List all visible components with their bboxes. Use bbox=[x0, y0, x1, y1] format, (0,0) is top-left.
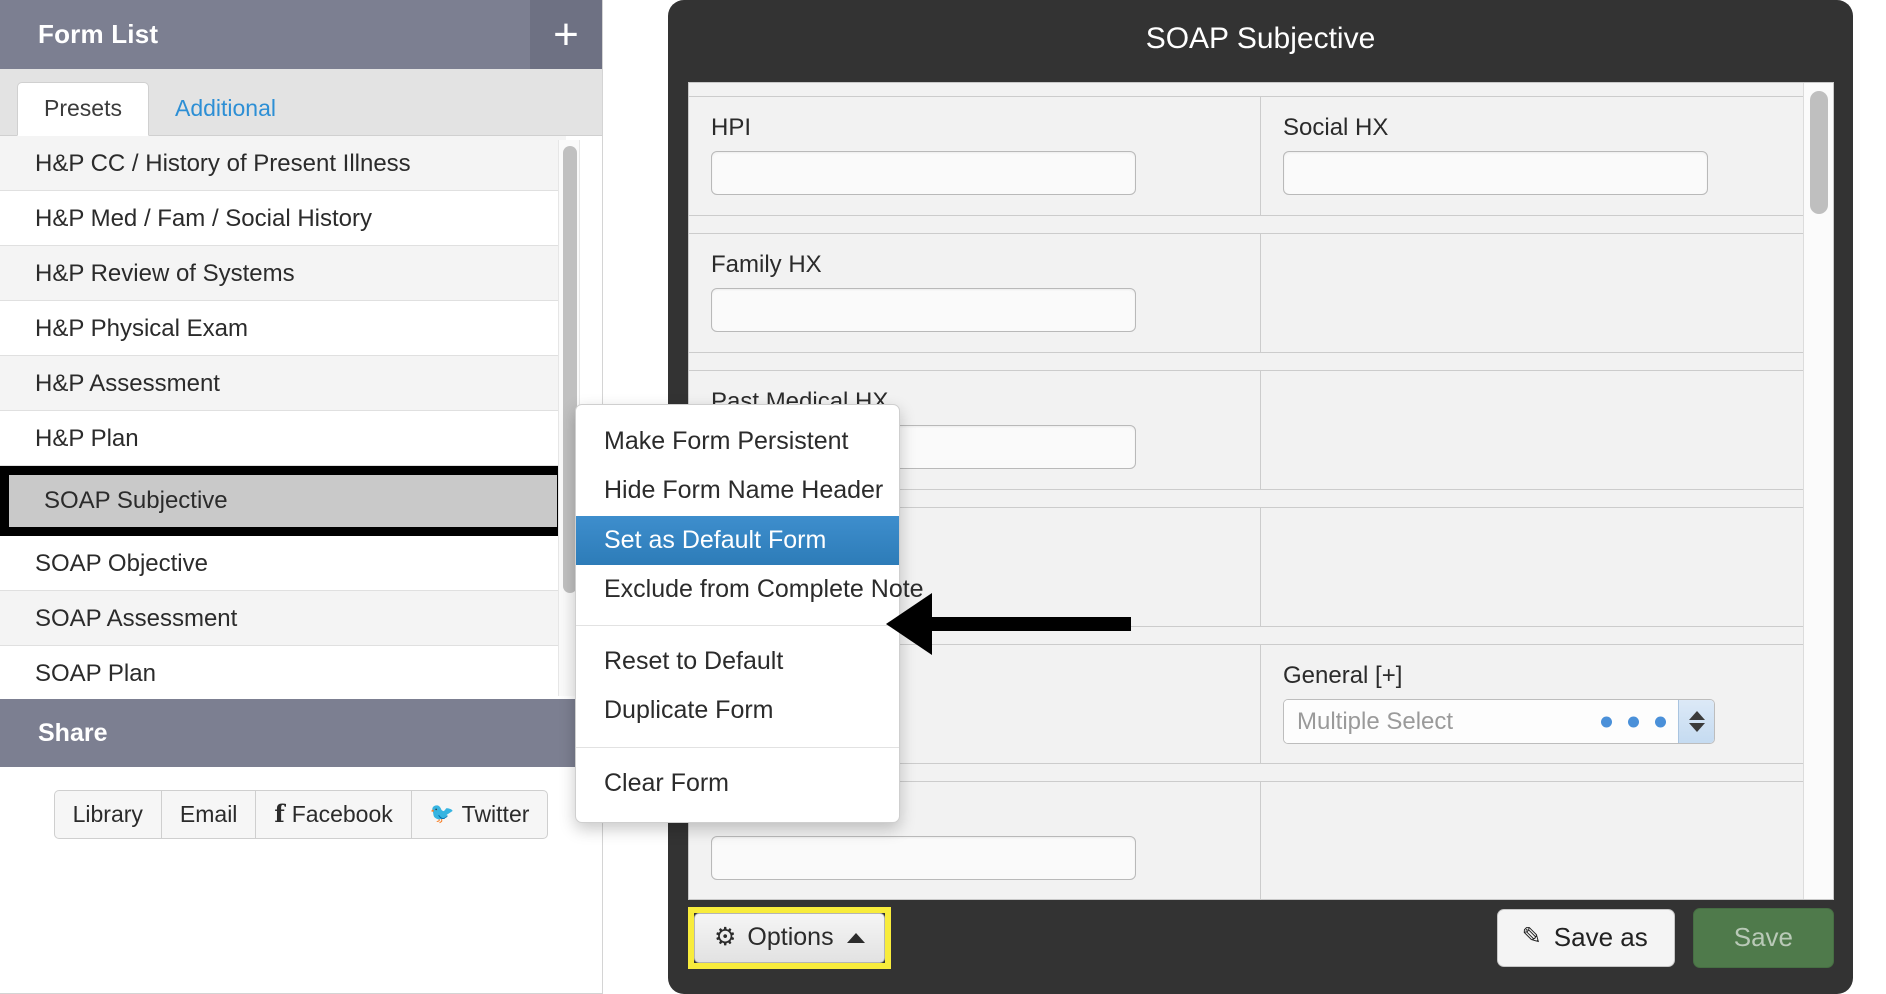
save-label: Save bbox=[1733, 922, 1793, 953]
social-hx-label: Social HX bbox=[1283, 114, 1389, 141]
selected-item-outline: SOAP Subjective bbox=[0, 466, 566, 536]
footer-actions: ✎ Save as Save bbox=[1496, 908, 1834, 968]
list-item[interactable]: H&P Assessment bbox=[0, 356, 566, 411]
share-email-label: Email bbox=[179, 800, 238, 827]
page-title: SOAP Subjective bbox=[1145, 22, 1376, 55]
general-multiselect-placeholder: Multiple Select bbox=[1297, 707, 1454, 735]
menu-item-reset-to-default[interactable]: Reset to Default bbox=[576, 637, 899, 686]
general-stepper[interactable] bbox=[1678, 700, 1714, 744]
form-scrollbar-thumb[interactable] bbox=[1810, 91, 1828, 214]
menu-item-make-form-persistent[interactable]: Make Form Persistent bbox=[576, 417, 899, 466]
grid-spacer bbox=[689, 83, 1833, 97]
share-library-label: Library bbox=[72, 800, 143, 827]
form-cell-hpi: HPI bbox=[689, 97, 1261, 215]
form-list-scroll-area: H&P CC / History of Present Illness H&P … bbox=[0, 136, 602, 699]
tab-presets[interactable]: Presets bbox=[17, 81, 149, 136]
form-cell-empty bbox=[1261, 782, 1833, 899]
save-button[interactable]: Save bbox=[1692, 908, 1834, 968]
facebook-icon: f bbox=[274, 799, 285, 829]
options-button-label: Options bbox=[747, 922, 834, 951]
form-cell-empty bbox=[1261, 234, 1833, 352]
sidebar-tabs: Presets Additional bbox=[0, 69, 602, 136]
add-form-button[interactable]: + bbox=[530, 0, 602, 69]
share-facebook-label: Facebook bbox=[291, 800, 393, 827]
annotation-arrow-icon bbox=[886, 593, 1131, 655]
options-highlight-box: ⚙ Options bbox=[688, 906, 891, 970]
list-item-selected[interactable]: SOAP Subjective bbox=[9, 475, 557, 527]
list-item[interactable]: SOAP Objective bbox=[0, 536, 566, 591]
list-item[interactable]: H&P Review of Systems bbox=[0, 246, 566, 301]
save-as-label: Save as bbox=[1553, 922, 1648, 953]
form-cell-family-hx: Family HX bbox=[689, 234, 1261, 352]
list-item[interactable]: H&P Plan bbox=[0, 411, 566, 466]
share-email-button[interactable]: Email bbox=[160, 790, 256, 839]
save-as-button[interactable]: ✎ Save as bbox=[1496, 909, 1675, 967]
share-library-button[interactable]: Library bbox=[53, 790, 161, 839]
caret-up-icon bbox=[846, 932, 865, 943]
menu-item-set-as-default-form[interactable]: Set as Default Form bbox=[576, 515, 899, 565]
list-item[interactable]: H&P CC / History of Present Illness bbox=[0, 136, 566, 191]
tab-additional[interactable]: Additional bbox=[149, 83, 302, 135]
hpi-label: HPI bbox=[711, 114, 752, 141]
screen-root: Form List + Presets Additional H&P CC / … bbox=[0, 0, 1886, 994]
caret-down-icon[interactable] bbox=[1688, 723, 1705, 733]
hpi-input[interactable] bbox=[711, 151, 1136, 196]
share-facebook-button[interactable]: f Facebook bbox=[255, 790, 411, 839]
family-hx-label: Family HX bbox=[711, 251, 822, 278]
form-list-sidebar: Form List + Presets Additional H&P CC / … bbox=[0, 0, 603, 994]
form-scrollbar[interactable] bbox=[1803, 83, 1833, 899]
menu-divider bbox=[576, 625, 899, 626]
social-hx-input[interactable] bbox=[1283, 151, 1708, 196]
sidebar-title: Form List bbox=[38, 19, 159, 49]
list-item[interactable]: SOAP Plan bbox=[0, 646, 566, 699]
share-section-header: Share bbox=[0, 699, 602, 767]
plus-icon: + bbox=[553, 9, 579, 59]
form-cell-empty bbox=[1261, 508, 1833, 626]
share-twitter-label: Twitter bbox=[461, 800, 530, 827]
sidebar-header: Form List + bbox=[0, 0, 602, 69]
form-row: Family HX bbox=[689, 234, 1833, 352]
menu-item-clear-form[interactable]: Clear Form bbox=[576, 759, 899, 808]
panel-footer: ⚙ Options ✎ Save as Save bbox=[688, 900, 1834, 976]
options-dropdown-menu: Make Form Persistent Hide Form Name Head… bbox=[575, 404, 924, 823]
pencil-icon: ✎ bbox=[1521, 923, 1542, 951]
form-cell-social-hx: Social HX bbox=[1261, 97, 1833, 215]
family-hx-input[interactable] bbox=[711, 288, 1136, 333]
general-multiselect[interactable]: Multiple Select bbox=[1283, 699, 1715, 745]
list-item[interactable]: H&P Med / Fam / Social History bbox=[0, 191, 566, 246]
arrow-shaft bbox=[931, 617, 1131, 631]
general-label: General [+] bbox=[1283, 662, 1403, 689]
obscured-input[interactable] bbox=[711, 836, 1136, 881]
twitter-icon: 🐦 bbox=[429, 802, 455, 825]
form-cell-empty bbox=[1261, 371, 1833, 489]
list-item[interactable]: SOAP Assessment bbox=[0, 591, 566, 646]
grid-spacer bbox=[689, 215, 1833, 234]
share-twitter-button[interactable]: 🐦 Twitter bbox=[410, 790, 549, 839]
form-row: HPI Social HX bbox=[689, 97, 1833, 215]
menu-item-hide-form-name-header[interactable]: Hide Form Name Header bbox=[576, 466, 899, 515]
share-section-body: Library Email f Facebook 🐦 Twitter bbox=[0, 767, 602, 858]
menu-divider bbox=[576, 746, 899, 748]
loading-dots-icon bbox=[1601, 716, 1666, 728]
menu-item-duplicate-form[interactable]: Duplicate Form bbox=[576, 686, 899, 735]
form-cell-general: General [+] Multiple Select bbox=[1261, 645, 1833, 763]
share-button-group: Library Email f Facebook 🐦 Twitter bbox=[53, 790, 549, 839]
list-item[interactable]: H&P Physical Exam bbox=[0, 301, 566, 356]
grid-spacer bbox=[689, 352, 1833, 371]
form-list: H&P CC / History of Present Illness H&P … bbox=[0, 136, 602, 699]
menu-item-exclude-from-complete-note[interactable]: Exclude from Complete Note bbox=[576, 565, 924, 614]
caret-up-icon[interactable] bbox=[1688, 711, 1705, 721]
general-multiselect-field[interactable]: Multiple Select bbox=[1284, 700, 1678, 744]
options-button[interactable]: ⚙ Options bbox=[694, 912, 885, 964]
gear-icon: ⚙ bbox=[714, 922, 737, 951]
arrow-head bbox=[886, 593, 932, 655]
